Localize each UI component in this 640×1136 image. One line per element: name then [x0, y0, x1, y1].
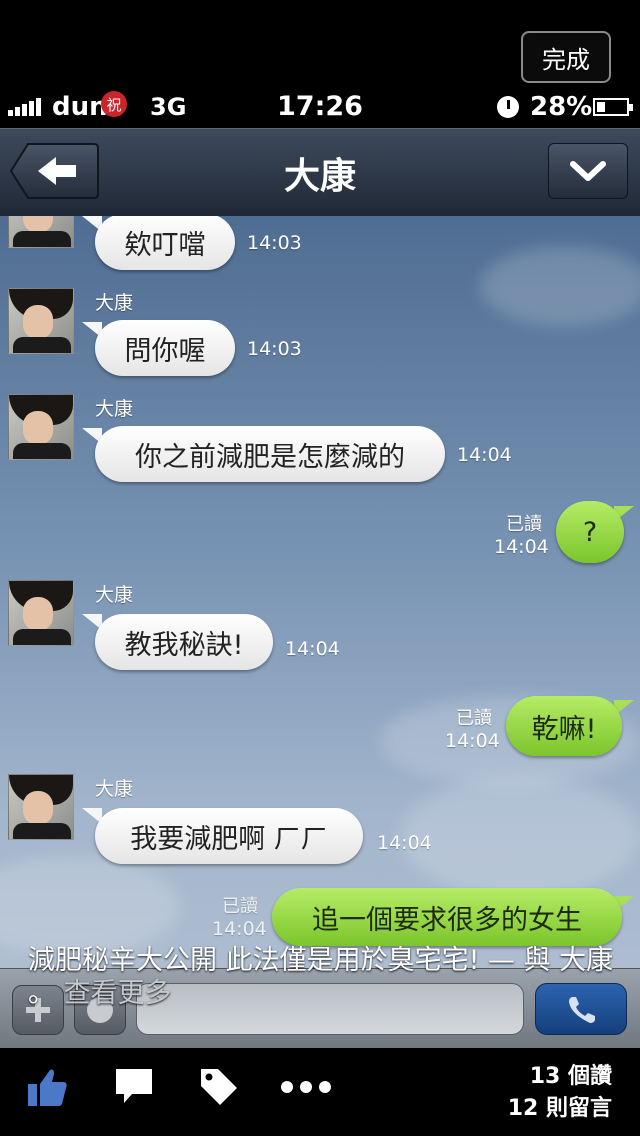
sender-name: 大康 [95, 584, 134, 606]
message-time: 14:03 [247, 232, 302, 254]
more-icon[interactable] [280, 1080, 332, 1094]
avatar[interactable] [8, 774, 74, 840]
menu-button[interactable] [548, 143, 628, 199]
chat-header: 大康 [0, 128, 640, 219]
message-bubble[interactable]: 教我秘訣! [95, 614, 273, 670]
battery-percent: 28% [530, 92, 593, 122]
chevron-down-icon [570, 161, 606, 181]
battery-icon [593, 98, 633, 116]
see-more-link[interactable]: 查看更多 [64, 978, 172, 1009]
message-bubble[interactable]: 我要減肥啊 ㄏㄏ [95, 808, 363, 864]
message-bubble[interactable]: ? [556, 501, 624, 563]
message-time: 14:04 [377, 832, 432, 854]
read-receipt: 已讀 [222, 896, 258, 917]
chat-title: 大康 [283, 156, 356, 197]
done-button[interactable]: 完成 [521, 31, 611, 83]
message-time: 14:04 [212, 918, 267, 940]
chat-area[interactable]: 欸叮噹 14:03 大康 問你喔 14:03 大康 你之前減肥是怎麼減的 14:… [0, 216, 640, 968]
post-caption: 減肥秘辛大公開 此法僅是用於臭宅宅! — 與 大康 。 查看更多 [28, 944, 618, 1010]
status-bar: dun 祝 3G 17:26 28% [0, 86, 640, 128]
sender-name: 大康 [95, 292, 134, 314]
message-time: 14:04 [494, 536, 549, 558]
comment-count[interactable]: 12 則留言 [508, 1090, 612, 1122]
action-bar: 13 個讚 12 則留言 [0, 1048, 640, 1136]
message-time: 14:04 [457, 444, 512, 466]
sender-name: 大康 [95, 398, 134, 420]
like-icon[interactable] [26, 1066, 70, 1110]
message-bubble[interactable]: 問你喔 [95, 320, 235, 376]
read-receipt: 已讀 [456, 708, 492, 729]
message-bubble[interactable]: 追一個要求很多的女生 [272, 888, 622, 946]
alarm-icon [497, 96, 519, 118]
message-time: 14:04 [285, 638, 340, 660]
comment-icon[interactable] [114, 1066, 154, 1106]
like-count[interactable]: 13 個讚 [530, 1058, 612, 1090]
message-time: 14:03 [247, 338, 302, 360]
message-bubble[interactable]: 欸叮噹 [95, 216, 235, 270]
read-receipt: 已讀 [506, 514, 542, 535]
tag-icon[interactable] [198, 1066, 240, 1108]
avatar[interactable] [8, 216, 74, 248]
sender-name: 大康 [95, 778, 134, 800]
message-bubble[interactable]: 你之前減肥是怎麼減的 [95, 426, 445, 482]
message-time: 14:04 [445, 730, 500, 752]
message-bubble[interactable]: 乾嘛! [506, 696, 622, 756]
avatar[interactable] [8, 580, 74, 646]
avatar[interactable] [8, 394, 74, 460]
avatar[interactable] [8, 288, 74, 354]
